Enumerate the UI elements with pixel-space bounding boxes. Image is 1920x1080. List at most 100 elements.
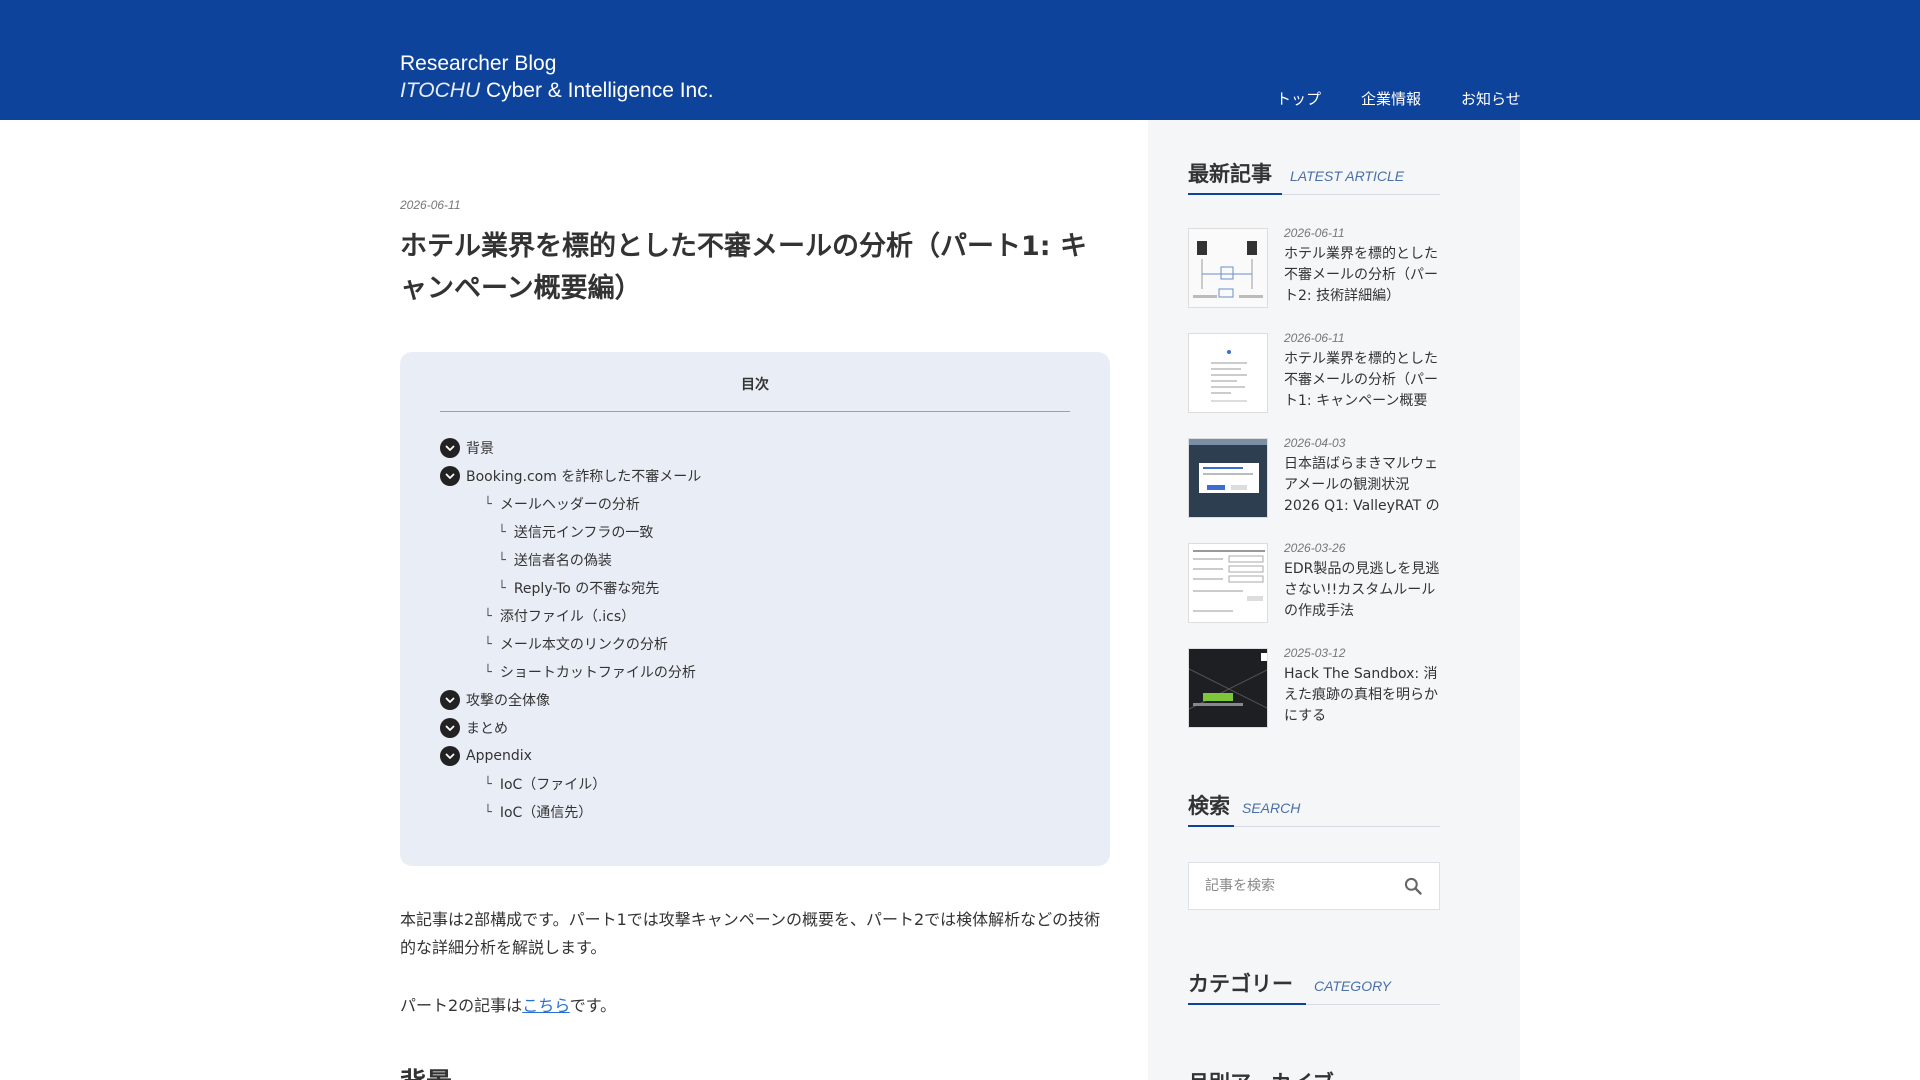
toc-item[interactable]: └ 添付ファイル（.ics） [440,602,1070,630]
article-title[interactable]: ホテル業界を標的とした不審メールの分析（パート2: 技術詳細編） [1284,244,1440,307]
toc-item-label[interactable]: メールヘッダーの分析 [500,494,640,514]
toc-branch-icon: └ [498,552,506,568]
search-icon[interactable] [1403,876,1423,896]
article-date: 2025-03-12 [1284,646,1346,660]
toc-item-label[interactable]: ショートカットファイルの分析 [500,662,696,682]
chevron-down-icon [440,466,460,486]
main-nav: トップ 企業情報 お知らせ [1276,88,1521,109]
nav-company[interactable]: 企業情報 [1361,88,1421,109]
heading-underline [1188,1003,1306,1005]
toc-item[interactable]: └ 送信元インフラの一致 [440,518,1070,546]
latest-article-item[interactable]: 2026-04-03 日本語ばらまきマルウェアメールの観測状況 2026 Q1:… [1188,436,1440,522]
part2-paragraph: パート2の記事はこちらです。 [400,992,1110,1020]
article-date: 2026-04-03 [1284,436,1346,450]
search-title-en: SEARCH [1242,800,1301,816]
toc-item-label[interactable]: Booking.com を詐称した不審メール [466,466,701,486]
toc-item-label[interactable]: Reply-To の不審な宛先 [514,578,659,598]
toc-title: 目次 [440,374,1070,412]
nav-top[interactable]: トップ [1276,88,1321,109]
latest-title-en: LATEST ARTICLE [1290,168,1405,184]
toc-branch-icon: └ [484,776,492,792]
toc-item[interactable]: 攻撃の全体像 [440,686,1070,714]
toc-item-label[interactable]: 送信者名の偽装 [514,550,612,570]
article-title[interactable]: Hack The Sandbox: 消えた痕跡の真相を明らかにする [1284,664,1440,727]
latest-article-item[interactable]: 2026-06-11 ホテル業界を標的とした不審メールの分析（パート2: 技術詳… [1188,226,1440,312]
toc-branch-icon: └ [484,608,492,624]
toc-branch-icon: └ [484,496,492,512]
toc-item[interactable]: └ IoC（通信先） [440,798,1070,826]
latest-article-item[interactable]: 2026-03-26 EDR製品の見逃しを見逃さない!!カスタムルールの作成手法 [1188,541,1440,627]
part2-prefix: パート2の記事は [400,996,523,1015]
article-thumbnail[interactable] [1188,438,1268,518]
search-title-jp: 検索 [1188,794,1230,818]
toc-branch-icon: └ [498,524,506,540]
toc-item-label[interactable]: まとめ [466,718,508,738]
article-title[interactable]: 日本語ばらまきマルウェアメールの観測状況 2026 Q1: ValleyRAT … [1284,454,1440,517]
brand-company[interactable]: ITOCHU Cyber & Intelligence Inc. [400,77,714,104]
toc-item-label[interactable]: Appendix [466,748,532,764]
search-input[interactable] [1189,863,1389,909]
article-thumbnail[interactable] [1188,333,1268,413]
main-content: 2026-06-11 ホテル業界を標的とした不審メールの分析（パート1: キャン… [400,120,1110,1080]
article-thumbnail[interactable] [1188,543,1268,623]
toc-item[interactable]: まとめ [440,714,1070,742]
chevron-down-icon [440,690,460,710]
toc-item-label[interactable]: 攻撃の全体像 [466,690,550,710]
chevron-down-icon [440,438,460,458]
toc-item-label[interactable]: IoC（ファイル） [500,774,606,794]
article-title[interactable]: ホテル業界を標的とした不審メールの分析（パート1: キャンペーン概要編） [1284,349,1440,412]
toc-item[interactable]: └ メールヘッダーの分析 [440,490,1070,518]
heading-underline [1188,193,1282,195]
toc-item-label[interactable]: 送信元インフラの一致 [514,522,654,542]
toc-item[interactable]: Booking.com を詐称した不審メール [440,462,1070,490]
toc-item[interactable]: └ ショートカットファイルの分析 [440,658,1070,686]
toc-branch-icon: └ [498,580,506,596]
archive-heading: 月別アーカイブ [1188,1066,1440,1080]
toc-item[interactable]: └ 送信者名の偽装 [440,546,1070,574]
latest-title-jp: 最新記事 [1188,162,1272,186]
post-title: ホテル業界を標的とした不審メールの分析（パート1: キャンペーン概要編） [400,231,1087,304]
article-date: 2026-06-11 [1284,331,1345,345]
latest-article-item[interactable]: 2025-03-12 Hack The Sandbox: 消えた痕跡の真相を明ら… [1188,646,1440,732]
chevron-down-icon [440,718,460,738]
category-heading: カテゴリー CATEGORY [1188,968,1440,1005]
category-title-jp: カテゴリー [1188,972,1293,996]
toc-item-label[interactable]: 背景 [466,438,494,458]
search-box [1188,862,1440,910]
toc-item[interactable]: └ IoC（ファイル） [440,770,1070,798]
article-thumbnail[interactable] [1188,228,1268,308]
toc-item-label[interactable]: 添付ファイル（.ics） [500,606,635,626]
post-date: 2026-06-11 [400,198,461,212]
site-brand[interactable]: Researcher Blog ITOCHU Cyber & Intellige… [400,50,714,104]
chevron-down-icon [440,746,460,766]
article-date: 2026-03-26 [1284,541,1346,555]
latest-articles-heading: 最新記事 LATEST ARTICLE [1188,158,1440,195]
sidebar: 最新記事 LATEST ARTICLE 2026-06-11 ホテル業界を標的と… [1148,120,1520,1080]
intro-paragraph: 本記事は2部構成です。パート1では攻撃キャンペーンの概要を、パート2では検体解析… [400,910,1101,957]
toc-item-label[interactable]: メール本文のリンクの分析 [500,634,668,654]
toc-branch-icon: └ [484,636,492,652]
latest-article-item[interactable]: 2026-06-11 ホテル業界を標的とした不審メールの分析（パート1: キャン… [1188,331,1440,417]
category-title-en: CATEGORY [1314,978,1392,994]
toc-item[interactable]: Appendix [440,742,1070,770]
heading-underline [1188,825,1234,827]
toc-item[interactable]: └ Reply-To の不審な宛先 [440,574,1070,602]
brand-title[interactable]: Researcher Blog [400,50,714,77]
article-thumbnail[interactable] [1188,648,1268,728]
article-date: 2026-06-11 [1284,226,1345,240]
toc-item-label[interactable]: IoC（通信先） [500,802,592,822]
section-heading: 背景 [400,1062,452,1080]
brand-company-italic: ITOCHU [400,79,481,102]
table-of-contents: 目次 背景 Booking.com を詐称した不審メール └ メールヘッダーの分析 └ 送… [400,352,1110,866]
toc-branch-icon: └ [484,664,492,680]
site-header: Researcher Blog ITOCHU Cyber & Intellige… [0,0,1920,120]
search-heading: 検索 SEARCH [1188,790,1440,827]
part2-link[interactable]: こちら [522,996,570,1015]
toc-item[interactable]: └ メール本文のリンクの分析 [440,630,1070,658]
toc-branch-icon: └ [484,804,492,820]
nav-news[interactable]: お知らせ [1461,88,1521,109]
toc-item[interactable]: 背景 [440,434,1070,462]
article-title[interactable]: EDR製品の見逃しを見逃さない!!カスタムルールの作成手法 [1284,559,1440,622]
archive-title-jp: 月別アーカイブ [1188,1067,1334,1080]
part2-suffix: です。 [569,996,617,1015]
